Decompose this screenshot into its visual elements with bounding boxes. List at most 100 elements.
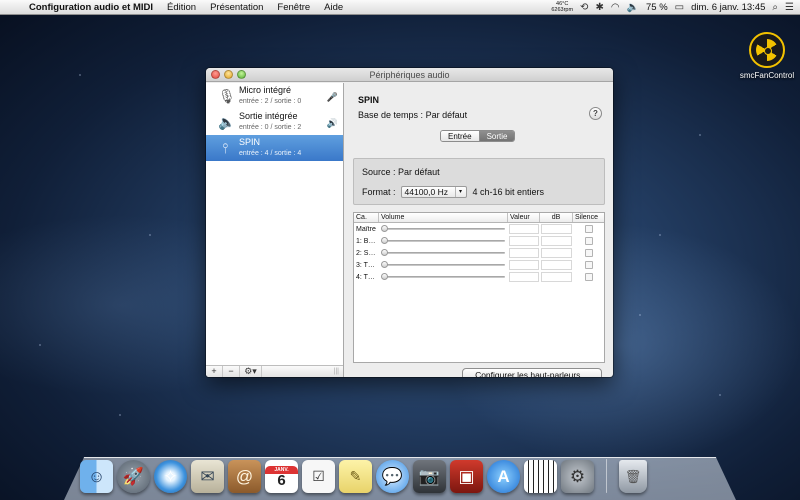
volume-icon[interactable]: 🔈 xyxy=(627,2,639,13)
value-field[interactable] xyxy=(509,224,539,234)
resize-grip-icon[interactable]: ||| xyxy=(334,366,339,377)
column-volume: Volume xyxy=(379,213,508,222)
reminders-icon[interactable]: ☑ xyxy=(302,460,335,493)
slider-track xyxy=(383,276,505,278)
desktop-icon-label: smcFanControl xyxy=(739,71,795,80)
messages-icon[interactable]: 💬 xyxy=(376,460,409,493)
dock-separator xyxy=(606,459,607,493)
device-item-spin[interactable]: ⫯ SPIN entrée : 4 / sortie : 4 xyxy=(206,135,343,161)
mute-checkbox[interactable] xyxy=(584,237,593,245)
menu-window[interactable]: Fenêtre xyxy=(270,2,317,13)
clock-source-label: Base de temps : xyxy=(358,110,424,120)
mute-checkbox[interactable] xyxy=(584,261,593,269)
gear-menu-button[interactable]: ⚙▾ xyxy=(240,366,262,377)
volume-slider[interactable] xyxy=(379,259,508,271)
battery-percent[interactable]: 75 % xyxy=(646,2,668,13)
dock-icons: ☺ 🚀 ✧ ✉ @ JANV. 6 ☑ ✎ 💬 📷 ▣ A ⚙ 🗑 xyxy=(80,447,720,493)
photo-booth-icon[interactable]: ▣ xyxy=(450,460,483,493)
notes-icon[interactable]: ✎ xyxy=(339,460,372,493)
finder-icon[interactable]: ☺ xyxy=(80,460,113,493)
table-row: Maître xyxy=(354,223,604,235)
source-value: Par défaut xyxy=(398,167,440,177)
device-list: 🎙 Micro intégré entrée : 2 / sortie : 0 … xyxy=(206,83,344,377)
volume-table-header: Ca. Volume Valeur dB Silence xyxy=(354,213,604,223)
audio-midi-icon[interactable] xyxy=(524,460,557,493)
volume-slider[interactable] xyxy=(379,223,508,235)
value-field[interactable] xyxy=(509,272,539,282)
tab-input[interactable]: Entrée xyxy=(441,131,480,141)
format-panel: Source : Par défaut Format : 44100,0 Hz … xyxy=(353,158,605,205)
system-preferences-icon[interactable]: ⚙ xyxy=(561,460,594,493)
table-row: 4: T… xyxy=(354,271,604,283)
db-field[interactable] xyxy=(541,236,572,246)
mute-checkbox[interactable] xyxy=(584,249,593,257)
volume-slider[interactable] xyxy=(379,271,508,283)
device-item-sortie[interactable]: 🔈 Sortie intégrée entrée : 0 / sortie : … xyxy=(206,109,343,135)
menu-help[interactable]: Aide xyxy=(317,2,350,13)
menu-presentation[interactable]: Présentation xyxy=(203,2,270,13)
tab-output[interactable]: Sortie xyxy=(479,131,515,141)
db-field[interactable] xyxy=(541,260,572,270)
sample-rate-value: 44100,0 Hz xyxy=(404,187,448,197)
clock-source-value: Par défaut xyxy=(425,110,468,120)
slider-knob[interactable] xyxy=(381,237,388,244)
slider-knob[interactable] xyxy=(381,273,388,280)
safari-icon[interactable]: ✧ xyxy=(154,460,187,493)
slider-knob[interactable] xyxy=(381,249,388,256)
facetime-icon[interactable]: 📷 xyxy=(413,460,446,493)
device-channels: entrée : 4 / sortie : 4 xyxy=(239,150,302,157)
slider-track xyxy=(383,252,505,254)
spotlight-icon[interactable]: ⌕ xyxy=(772,2,778,13)
radiation-icon xyxy=(749,32,785,68)
launchpad-icon[interactable]: 🚀 xyxy=(117,460,150,493)
channel-name: 4: T… xyxy=(356,273,375,281)
battery-icon[interactable]: ▭ xyxy=(675,2,684,13)
remove-device-button[interactable]: − xyxy=(223,366,240,377)
source-label: Source : xyxy=(362,167,396,177)
volume-slider[interactable] xyxy=(379,247,508,259)
app-store-icon[interactable]: A xyxy=(487,460,520,493)
contacts-icon[interactable]: @ xyxy=(228,460,261,493)
configure-speakers-button[interactable]: Configurer les haut-parleurs… xyxy=(462,368,602,377)
menu-edition[interactable]: Édition xyxy=(160,2,203,13)
wifi-icon[interactable]: ◠ xyxy=(611,2,620,13)
notification-center-icon[interactable]: ☰ xyxy=(785,2,794,13)
db-field[interactable] xyxy=(541,224,572,234)
zoom-button[interactable] xyxy=(237,70,246,79)
value-field[interactable] xyxy=(509,248,539,258)
window-titlebar[interactable]: Périphériques audio xyxy=(206,68,613,82)
mail-icon[interactable]: ✉ xyxy=(191,460,224,493)
slider-track xyxy=(383,264,505,266)
slider-track xyxy=(383,240,505,242)
help-button[interactable]: ? xyxy=(589,107,602,120)
default-output-icon: 🔊 xyxy=(326,118,338,128)
fan-control-status[interactable]: 46°C 6263rpm xyxy=(551,1,573,13)
format-label: Format : xyxy=(362,187,396,197)
add-device-button[interactable]: + xyxy=(206,366,223,377)
mute-checkbox[interactable] xyxy=(584,273,593,281)
sample-rate-popup[interactable]: 44100,0 Hz ▾ xyxy=(400,186,467,198)
value-field[interactable] xyxy=(509,260,539,270)
input-output-tabs: Entrée Sortie xyxy=(440,130,516,142)
calendar-icon[interactable]: JANV. 6 xyxy=(265,460,298,493)
table-row: 1: B… xyxy=(354,235,604,247)
device-item-micro[interactable]: 🎙 Micro intégré entrée : 2 / sortie : 0 … xyxy=(206,83,343,109)
clock[interactable]: dim. 6 janv. 13:45 xyxy=(691,2,765,13)
db-field[interactable] xyxy=(541,248,572,258)
slider-knob[interactable] xyxy=(381,225,388,232)
db-field[interactable] xyxy=(541,272,572,282)
close-button[interactable] xyxy=(211,70,220,79)
mute-checkbox[interactable] xyxy=(584,225,593,233)
trash-icon[interactable]: 🗑 xyxy=(619,460,647,493)
slider-knob[interactable] xyxy=(381,261,388,268)
minimize-button[interactable] xyxy=(224,70,233,79)
bluetooth-icon[interactable]: ✱ xyxy=(595,2,603,13)
time-machine-icon[interactable]: ⟲ xyxy=(580,2,588,13)
clock-source-row: Base de temps : Par défaut xyxy=(358,110,467,120)
value-field[interactable] xyxy=(509,236,539,246)
format-row: Format : 44100,0 Hz ▾ 4 ch-16 bit entier… xyxy=(362,186,544,198)
desktop-icon-smcfancontrol[interactable]: smcFanControl xyxy=(738,32,796,80)
channel-name: 2: S… xyxy=(356,249,376,257)
menu-app-name[interactable]: Configuration audio et MIDI xyxy=(22,2,160,13)
volume-slider[interactable] xyxy=(379,235,508,247)
